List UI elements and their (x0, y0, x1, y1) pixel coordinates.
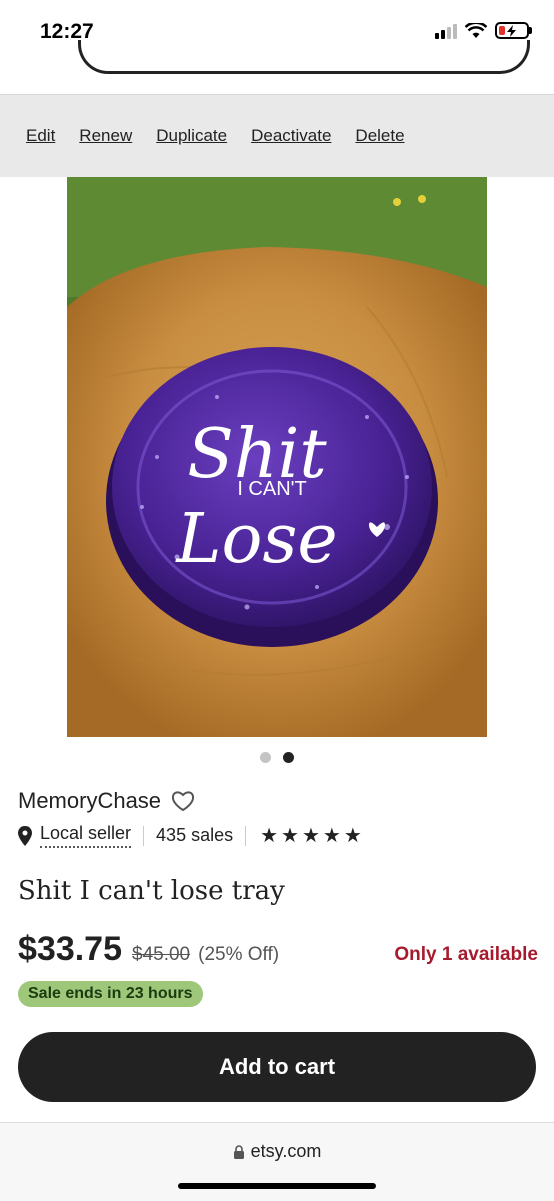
sale-price: $33.75 (18, 930, 122, 968)
url-field[interactable]: etsy.com (0, 1141, 554, 1162)
original-price: $45.00 (132, 944, 191, 965)
heart-outline-icon[interactable] (171, 790, 195, 812)
listing-title: Shit I can't lose tray (18, 876, 285, 906)
star-icon: ★ (322, 825, 341, 847)
home-indicator[interactable] (178, 1183, 376, 1189)
gallery-dot-1[interactable] (260, 752, 271, 763)
browser-bar: etsy.com (0, 1122, 554, 1201)
shop-meta: Local seller 435 sales ★ ★ ★ ★ ★ (18, 823, 362, 848)
tray-text-line3: Lose (174, 500, 337, 579)
listing-toolbar: Edit Renew Duplicate Deactivate Delete (0, 94, 554, 177)
availability-label: Only 1 available (394, 944, 538, 965)
gallery-dots (0, 752, 554, 763)
search-bar-edge[interactable] (78, 40, 530, 74)
battery-icon (495, 22, 532, 39)
edit-link[interactable]: Edit (26, 126, 55, 146)
add-to-cart-button[interactable]: Add to cart (18, 1032, 536, 1102)
lock-icon (233, 1144, 244, 1159)
gallery-dot-2[interactable] (283, 752, 294, 763)
star-icon: ★ (260, 825, 279, 847)
discount-label: (25% Off) (198, 944, 280, 965)
divider (143, 825, 145, 846)
shop-name[interactable]: MemoryChase (18, 788, 161, 814)
rating-stars[interactable]: ★ ★ ★ ★ ★ (260, 823, 362, 848)
duplicate-link[interactable]: Duplicate (156, 126, 227, 146)
star-icon: ★ (343, 825, 362, 847)
renew-link[interactable]: Renew (79, 126, 132, 146)
star-icon: ★ (301, 825, 320, 847)
product-image[interactable]: Shit I CAN'T Lose (67, 177, 487, 737)
deactivate-link[interactable]: Deactivate (251, 126, 331, 146)
price-row: $33.75 $45.00 (25% Off) Only 1 available (18, 930, 538, 976)
location-pin-icon (18, 825, 32, 846)
divider (245, 825, 247, 846)
sales-count: 435 sales (156, 825, 234, 845)
signal-icon (435, 23, 457, 39)
star-icon: ★ (281, 825, 299, 847)
status-icons (435, 22, 532, 39)
local-seller-link[interactable]: Local seller (40, 823, 132, 848)
sale-badge: Sale ends in 23 hours (18, 981, 203, 1007)
shop-row: MemoryChase (18, 788, 195, 814)
wifi-icon (465, 22, 487, 38)
url-text: etsy.com (250, 1141, 322, 1161)
tray-text-line2: I CAN'T (237, 478, 306, 500)
delete-link[interactable]: Delete (355, 126, 404, 146)
